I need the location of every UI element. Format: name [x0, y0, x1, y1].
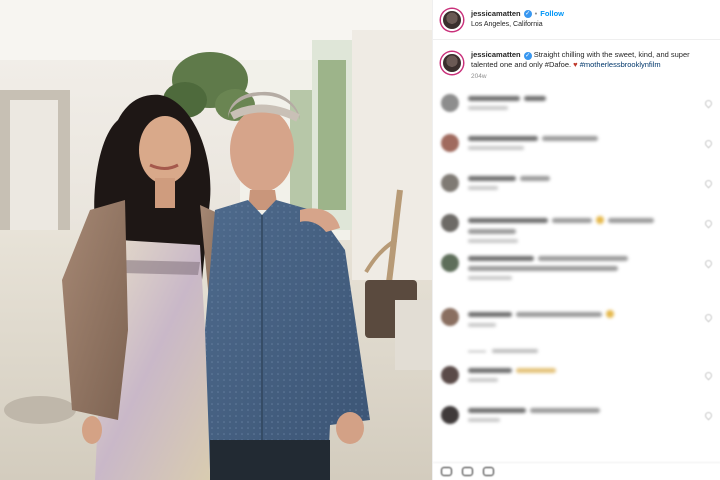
share-icon[interactable] — [483, 467, 494, 476]
comment-body — [468, 308, 614, 328]
author-username[interactable]: jessicamatten — [471, 10, 521, 19]
comment-item — [441, 400, 714, 440]
comment-item — [441, 302, 714, 342]
caption-hashtag[interactable]: #motherlessbrooklynfilm — [580, 60, 661, 69]
post-side-panel: jessicamatten ✓ • Follow Los Angeles, Ca… — [432, 0, 720, 480]
heart-outline-icon[interactable] — [703, 410, 714, 421]
commenter-avatar[interactable] — [441, 366, 459, 385]
comment-item — [441, 360, 714, 400]
caption-username[interactable]: jessicamatten — [471, 50, 521, 59]
caption-body: jessicamatten ✓ Straight chilling with th… — [471, 50, 711, 82]
caption-author-avatar[interactable] — [441, 52, 463, 74]
caption-timestamp: 204w — [471, 73, 487, 81]
heart-outline-icon[interactable] — [703, 258, 714, 269]
heart-outline-icon[interactable] — [703, 370, 714, 381]
red-heart-emoji-icon: ♥ — [573, 60, 578, 70]
verified-badge-icon: ✓ — [523, 52, 532, 60]
like-icon[interactable] — [441, 467, 452, 476]
commenter-avatar[interactable] — [441, 406, 459, 425]
separator-dot: • — [534, 9, 538, 19]
comment-item — [441, 248, 714, 302]
commenter-avatar[interactable] — [441, 174, 459, 193]
post-header-text: jessicamatten ✓ • Follow Los Angeles, Ca… — [471, 10, 564, 29]
heart-outline-icon[interactable] — [703, 312, 714, 323]
comment-body — [468, 214, 654, 244]
comment-body — [468, 134, 598, 151]
follow-button[interactable]: Follow — [540, 10, 564, 19]
commenter-avatar[interactable] — [441, 214, 459, 233]
commenter-avatar[interactable] — [441, 94, 459, 113]
comment-item — [441, 208, 714, 248]
post-header-row: jessicamatten ✓ • Follow — [471, 10, 564, 19]
author-avatar[interactable] — [441, 8, 463, 31]
comment-item — [441, 168, 714, 208]
comment-icon[interactable] — [462, 467, 473, 476]
comments-list — [433, 88, 720, 440]
post-photo — [0, 0, 432, 480]
comment-body — [468, 254, 628, 281]
heart-outline-icon[interactable] — [703, 178, 714, 189]
post-location[interactable]: Los Angeles, California — [471, 21, 564, 29]
comment-item — [441, 88, 714, 128]
commenter-avatar[interactable] — [441, 254, 459, 273]
comment-body — [468, 94, 546, 111]
comment-body — [468, 366, 556, 383]
comment-body — [468, 406, 600, 423]
comment-body — [468, 174, 550, 191]
post-caption: jessicamatten ✓ Straight chilling with th… — [433, 40, 720, 88]
verified-badge-icon: ✓ — [523, 10, 532, 19]
commenter-avatar[interactable] — [441, 308, 459, 327]
comment-item — [441, 128, 714, 168]
view-replies-button[interactable] — [468, 342, 712, 360]
heart-outline-icon[interactable] — [703, 138, 714, 149]
post-action-bar — [433, 462, 720, 480]
commenter-avatar[interactable] — [441, 134, 459, 153]
post-header: jessicamatten ✓ • Follow Los Angeles, Ca… — [433, 0, 720, 40]
heart-outline-icon[interactable] — [703, 98, 714, 109]
heart-outline-icon[interactable] — [703, 218, 714, 229]
